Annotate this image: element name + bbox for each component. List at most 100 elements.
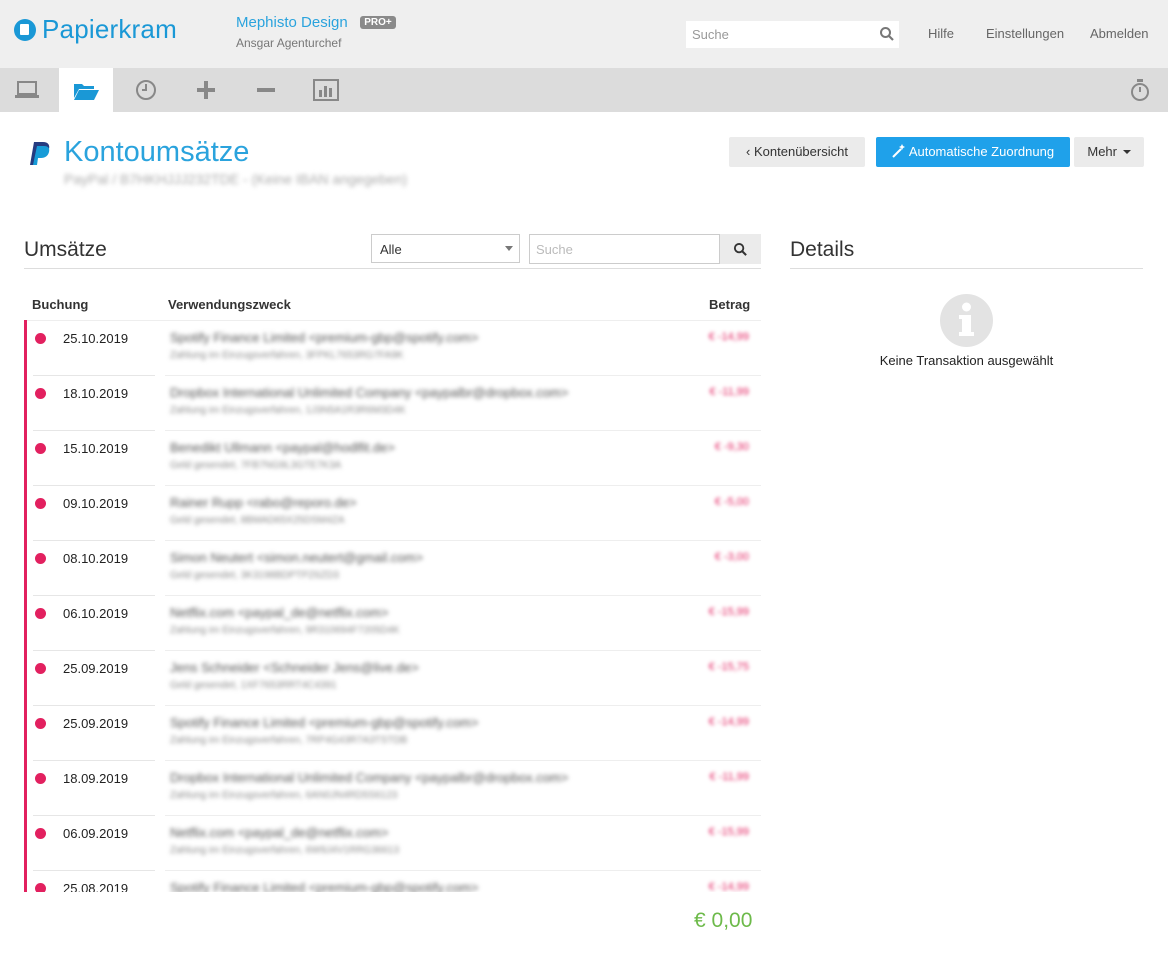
- transaction-amount: € -9,30: [714, 441, 749, 453]
- nav-expenses[interactable]: [239, 68, 293, 112]
- negative-status-dot-icon: [35, 828, 46, 839]
- table-row[interactable]: 15.10.2019 Benedikt Ullmann <paypal@hodlf…: [24, 430, 761, 486]
- table-row[interactable]: 09.10.2019 Rainer Rupp <rabo@reporo.de> Ge…: [24, 485, 761, 541]
- page-title: Kontoumsätze: [64, 136, 250, 168]
- stopwatch-icon: [1131, 79, 1149, 101]
- transaction-detail: Geld gesendet, 1XF7653RRT4C4391: [170, 680, 337, 691]
- booking-date: 15.10.2019: [63, 441, 129, 456]
- booking-date: 18.09.2019: [63, 771, 129, 786]
- folder-open-icon: [74, 83, 99, 100]
- negative-status-dot-icon: [35, 608, 46, 619]
- transaction-amount: € -14,99: [708, 881, 749, 892]
- transaction-purpose: Rainer Rupp <rabo@reporo.de>: [170, 495, 357, 510]
- select-caret-icon: [505, 246, 513, 251]
- transaction-amount: € -11,99: [709, 771, 749, 783]
- negative-status-dot-icon: [35, 388, 46, 399]
- negative-status-dot-icon: [35, 498, 46, 509]
- column-header-amount[interactable]: Betrag: [709, 297, 750, 312]
- table-row[interactable]: 08.10.2019 Simon Neutert <simon.neutert@g…: [24, 540, 761, 596]
- transaction-detail: Geld gesendet, 8BMAD65X25DSM4ZA: [170, 515, 345, 526]
- negative-status-dot-icon: [35, 663, 46, 674]
- transaction-amount: € -11,99: [709, 386, 749, 398]
- nav-reports[interactable]: [299, 68, 353, 112]
- account-overview-button[interactable]: ‹ Kontenübersicht: [729, 137, 865, 167]
- plan-badge: PRO+: [360, 16, 396, 29]
- negative-status-dot-icon: [35, 883, 46, 892]
- details-divider: [790, 268, 1143, 269]
- transaction-detail: Zahlung im Einzugsverfahren, 1J3N5A1R3R6…: [170, 405, 406, 416]
- table-row[interactable]: 06.09.2019 Netflix.com <paypal_de@netflix…: [24, 815, 761, 871]
- transaction-detail: Zahlung im Einzugsverfahren, 3FPKL7653RG…: [170, 350, 404, 361]
- transactions-heading: Umsätze: [24, 238, 107, 261]
- nav-banking[interactable]: [59, 68, 113, 113]
- transaction-purpose: Netflix.com <paypal_de@netflix.com>: [170, 605, 389, 620]
- top-bar: Papierkram Mephisto Design PRO+ Ansgar A…: [0, 0, 1168, 68]
- nav-income[interactable]: [179, 68, 233, 112]
- transaction-purpose: Jens Schneider <Schneider Jens@live.de>: [170, 660, 419, 675]
- company-name[interactable]: Mephisto Design: [236, 14, 348, 31]
- transactions-search-input[interactable]: Suche: [529, 234, 720, 264]
- table-row[interactable]: 25.08.2019 Spotify Finance Limited <premi…: [24, 870, 761, 892]
- transaction-purpose: Dropbox International Unlimited Company …: [170, 385, 569, 400]
- global-search-input[interactable]: Suche: [686, 21, 899, 48]
- transactions-total: € 0,00: [694, 909, 753, 932]
- transaction-purpose: Spotify Finance Limited <premium-gbp@spo…: [170, 715, 479, 730]
- transaction-amount: € -15,99: [708, 826, 749, 838]
- table-row[interactable]: 06.10.2019 Netflix.com <paypal_de@netflix…: [24, 595, 761, 651]
- transaction-detail: Zahlung im Einzugsverfahren, 6AN0JN4RD5S…: [170, 790, 398, 801]
- table-row[interactable]: 18.10.2019 Dropbox International Unlimite…: [24, 375, 761, 431]
- logout-link[interactable]: Abmelden: [1090, 26, 1149, 41]
- booking-date: 25.10.2019: [63, 331, 129, 346]
- table-row[interactable]: 25.09.2019 Jens Schneider <Schneider Jens…: [24, 650, 761, 706]
- transaction-detail: Zahlung im Einzugsverfahren, 6W9J4V1RRG3…: [170, 845, 400, 856]
- help-link[interactable]: Hilfe: [928, 26, 954, 41]
- auto-assign-label: Automatische Zuordnung: [908, 144, 1055, 159]
- transaction-purpose: Spotify Finance Limited <premium-gbp@spo…: [170, 330, 479, 345]
- nav-stopwatch[interactable]: [1113, 68, 1167, 112]
- user-name: Ansgar Agenturchef: [236, 36, 342, 50]
- search-icon: [733, 242, 747, 256]
- nav-dashboard[interactable]: [0, 68, 54, 112]
- papierkram-logo-icon: [14, 18, 36, 41]
- search-placeholder: Suche: [692, 27, 729, 42]
- negative-status-dot-icon: [35, 553, 46, 564]
- filter-value: Alle: [380, 242, 402, 257]
- negative-status-dot-icon: [35, 443, 46, 454]
- settings-link[interactable]: Einstellungen: [986, 26, 1064, 41]
- details-heading: Details: [790, 238, 855, 261]
- transaction-detail: Geld gesendet, 7FB7NG9L3GTE7K3A: [170, 460, 342, 471]
- booking-date: 09.10.2019: [63, 496, 129, 511]
- app-logo[interactable]: Papierkram: [14, 14, 177, 45]
- booking-date: 06.09.2019: [63, 826, 129, 841]
- account-subtitle: PayPal / B7HKHJJJ232TDE - (Keine IBAN an…: [64, 171, 408, 187]
- transaction-purpose: Simon Neutert <simon.neutert@gmail.com>: [170, 550, 424, 565]
- transaction-amount: € -14,99: [708, 331, 749, 343]
- table-row[interactable]: 25.10.2019 Spotify Finance Limited <premi…: [24, 320, 761, 376]
- table-row[interactable]: 25.09.2019 Spotify Finance Limited <premi…: [24, 705, 761, 761]
- transaction-purpose: Benedikt Ullmann <paypal@hodlfit.de>: [170, 440, 395, 455]
- negative-status-dot-icon: [35, 773, 46, 784]
- transactions-table[interactable]: 25.10.2019 Spotify Finance Limited <premi…: [24, 320, 761, 892]
- main-nav: [0, 68, 1168, 113]
- magic-wand-icon: [892, 144, 905, 158]
- transactions-search-button[interactable]: [720, 234, 761, 264]
- filter-select[interactable]: Alle: [371, 234, 520, 263]
- auto-assign-button[interactable]: Automatische Zuordnung: [876, 137, 1070, 167]
- column-header-purpose[interactable]: Verwendungszweck: [168, 297, 291, 312]
- paypal-icon: [28, 141, 52, 172]
- more-dropdown-button[interactable]: Mehr: [1074, 137, 1144, 167]
- bar-chart-icon: [313, 79, 339, 101]
- table-row[interactable]: 18.09.2019 Dropbox International Unlimite…: [24, 760, 761, 816]
- booking-date: 18.10.2019: [63, 386, 129, 401]
- column-header-booking[interactable]: Buchung: [32, 297, 88, 312]
- caret-down-icon: [1122, 150, 1131, 154]
- negative-status-dot-icon: [35, 718, 46, 729]
- transaction-amount: € -14,99: [708, 716, 749, 728]
- nav-time-tracking[interactable]: [119, 68, 173, 112]
- search-icon[interactable]: [879, 26, 895, 47]
- no-transaction-selected-text: Keine Transaktion ausgewählt: [879, 353, 1054, 368]
- laptop-icon: [15, 81, 39, 98]
- transaction-purpose: Spotify Finance Limited <premium-gbp@spo…: [170, 880, 479, 892]
- booking-date: 06.10.2019: [63, 606, 129, 621]
- transaction-amount: € -15,99: [708, 606, 749, 618]
